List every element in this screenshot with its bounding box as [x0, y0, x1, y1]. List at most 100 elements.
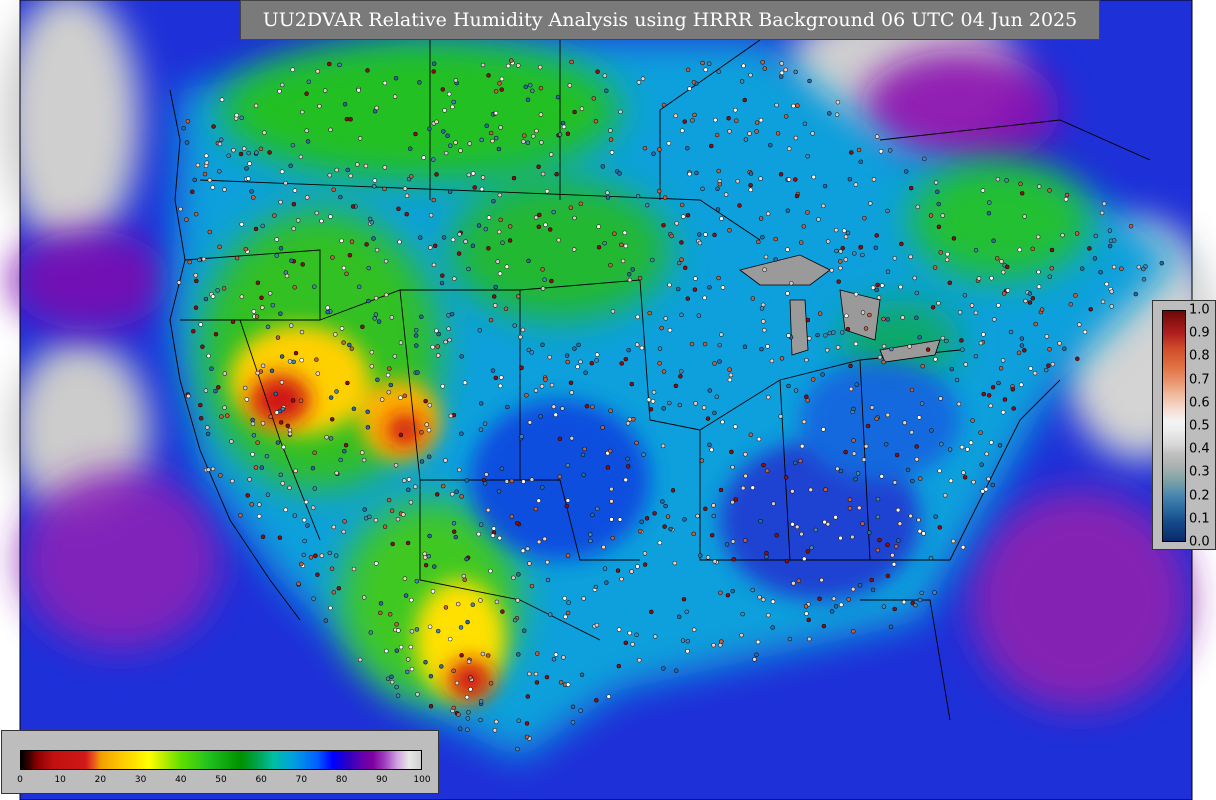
observation-dot	[712, 361, 717, 366]
observation-dot	[382, 524, 388, 529]
observation-dot	[684, 609, 689, 615]
observation-dot	[303, 499, 309, 505]
observation-dot	[742, 344, 748, 350]
observation-dot	[538, 85, 544, 91]
observation-dot	[328, 605, 333, 611]
observation-dot	[702, 295, 707, 301]
observation-dot	[341, 265, 347, 271]
observation-dot	[246, 176, 251, 181]
observation-dot	[784, 558, 790, 564]
observation-dot	[734, 118, 739, 123]
observation-dot	[919, 401, 925, 406]
observation-dot	[484, 123, 489, 129]
observation-dot	[756, 436, 762, 442]
increment-tick: 0.7	[1189, 372, 1210, 388]
observation-dot	[275, 335, 281, 340]
observation-dot	[759, 346, 764, 352]
observation-dot	[504, 479, 510, 484]
observation-dot	[940, 213, 945, 218]
observation-dot	[623, 243, 629, 249]
observation-dot	[409, 597, 414, 603]
observation-dot	[844, 313, 849, 319]
observation-dot	[733, 107, 738, 113]
observation-dot	[203, 388, 209, 393]
observation-dot	[379, 397, 385, 402]
observation-dot	[881, 604, 887, 609]
observation-dot	[699, 458, 705, 463]
observation-dot	[457, 467, 462, 473]
observation-dot	[678, 374, 683, 379]
observation-dot	[207, 177, 213, 183]
observation-dot	[274, 410, 280, 415]
observation-dot	[386, 389, 392, 395]
observation-dot	[348, 173, 353, 179]
observation-dot	[435, 344, 440, 349]
observation-dot	[662, 524, 667, 529]
observation-dot	[537, 64, 543, 70]
observation-dot	[730, 588, 735, 594]
observation-dot	[292, 285, 297, 290]
observation-dot	[627, 630, 632, 636]
observation-dot	[387, 612, 393, 617]
observation-dot	[878, 149, 884, 154]
rh-tick: 100	[413, 775, 431, 785]
observation-dot	[630, 642, 635, 647]
observation-dot	[255, 440, 260, 445]
observation-dot	[768, 142, 773, 148]
observation-dot	[747, 131, 752, 136]
observation-dot	[821, 623, 827, 629]
observation-dot	[766, 394, 771, 400]
observation-dot	[295, 218, 301, 223]
observation-dot	[197, 257, 202, 263]
observation-dot	[842, 228, 847, 233]
observation-dot	[398, 395, 403, 400]
observation-dot	[333, 553, 339, 558]
observation-dot	[743, 452, 748, 457]
observation-dot	[929, 428, 934, 433]
observation-dot	[661, 222, 666, 228]
observation-dot	[652, 634, 658, 639]
observation-dot	[572, 215, 577, 221]
observation-dot	[679, 312, 684, 318]
increment-tick: 0.5	[1189, 418, 1210, 434]
humidity-map	[0, 0, 1216, 800]
observation-dot	[635, 193, 641, 199]
observation-dot	[441, 235, 447, 240]
observation-dot	[992, 317, 997, 322]
observation-dot	[856, 147, 862, 153]
observation-dot	[219, 97, 225, 102]
observation-dot	[328, 127, 333, 133]
observation-dot	[750, 587, 755, 593]
observation-dot	[480, 175, 486, 180]
observation-dot	[565, 682, 571, 687]
observation-dot	[831, 596, 837, 601]
observation-dot	[609, 486, 614, 492]
observation-dot	[762, 66, 768, 71]
observation-dot	[1064, 192, 1070, 198]
observation-dot	[447, 189, 453, 195]
observation-dot	[260, 421, 266, 426]
observation-dot	[627, 417, 633, 422]
observation-dot	[727, 129, 732, 134]
observation-dot	[1046, 363, 1051, 368]
observation-dot	[641, 452, 646, 457]
observation-dot	[845, 326, 851, 332]
observation-dot	[241, 146, 247, 151]
observation-dot	[976, 276, 982, 281]
observation-dot	[393, 463, 399, 468]
observation-dot	[394, 648, 400, 653]
observation-dot	[551, 209, 556, 215]
observation-dot	[711, 503, 716, 508]
observation-dot	[752, 657, 757, 662]
observation-dot	[299, 329, 305, 335]
observation-dot	[525, 546, 530, 551]
observation-dot	[709, 143, 714, 149]
observation-dot	[705, 555, 711, 560]
observation-dot	[373, 295, 379, 301]
observation-dot	[1092, 256, 1098, 261]
observation-dot	[903, 169, 909, 174]
observation-dot	[937, 525, 943, 530]
observation-dot	[1002, 397, 1008, 402]
observation-dot	[692, 287, 698, 292]
observation-dot	[287, 427, 293, 433]
